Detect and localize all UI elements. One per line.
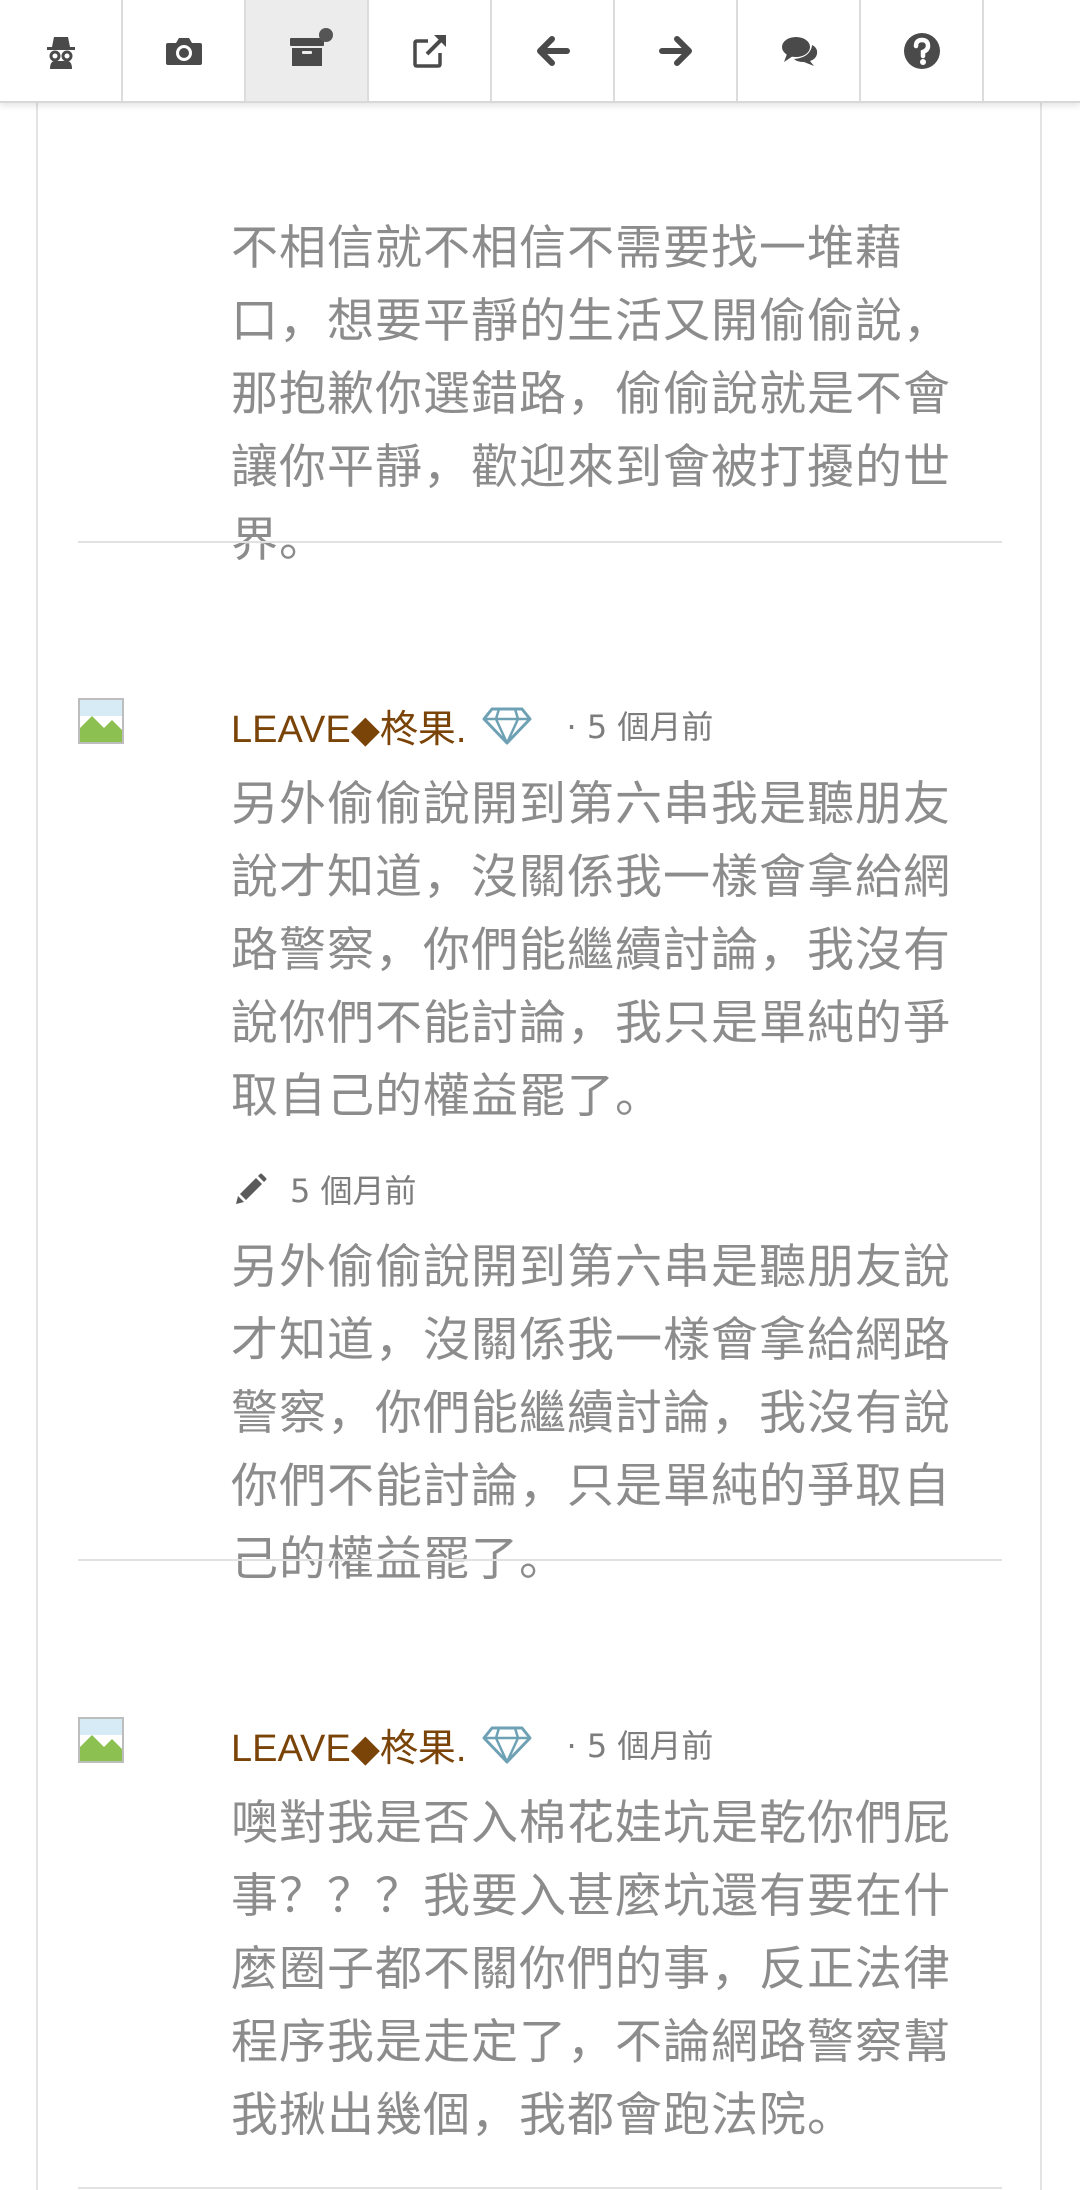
comment-meta: LEAVE◆柊果. · 5 個月前 <box>231 698 713 752</box>
incognito-icon <box>46 36 75 69</box>
page: 不相信就不相信不需要找一堆藉口，想要平靜的生活又開偷偷說，那抱歉你選錯路，偷偷說… <box>0 0 1080 2190</box>
comment-text: 不相信就不相信不需要找一堆藉口，想要平靜的生活又開偷偷說，那抱歉你選錯路，偷偷說… <box>231 221 951 568</box>
comment-meta: LEAVE◆柊果. · 5 個月前 <box>231 1717 713 1771</box>
archive-button[interactable] <box>246 0 369 101</box>
diamond-icon <box>482 1726 532 1764</box>
comments-button[interactable] <box>738 0 861 101</box>
comment-time: · 5 個月前 <box>566 1727 714 1765</box>
camera-icon <box>165 37 202 65</box>
comments-card: 不相信就不相信不需要找一堆藉口，想要平靜的生活又開偷偷說，那抱歉你選錯路，偷偷說… <box>36 101 1042 2190</box>
edit-history-header: 5 個月前 <box>234 1166 417 1212</box>
top-toolbar <box>0 0 1080 103</box>
edit-time: 5 個月前 <box>290 1172 417 1210</box>
arrow-left-icon <box>536 35 570 66</box>
comment-text: 另外偷偷說開到第六串我是聽朋友說才知道，沒關係我一樣會拿給網路警察，你們能繼續討… <box>231 777 951 1124</box>
comment-divider <box>78 1559 1002 1561</box>
notification-dot <box>319 28 333 42</box>
username-link[interactable]: LEAVE◆柊果. <box>231 1717 466 1772</box>
diamond-icon <box>482 707 532 745</box>
avatar-broken-image-icon <box>78 698 124 744</box>
external-link-icon <box>412 34 446 68</box>
comments-icon <box>781 36 817 66</box>
edit-previous-text: 另外偷偷說開到第六串是聽朋友說才知道，沒關係我一樣會拿給網路警察，你們能繼續討論… <box>231 1240 951 1587</box>
comment-text: 噢對我是否入棉花娃坑是乾你們屁事？？？我要入甚麼坑還有要在什麼圈子都不關你們的事… <box>231 1796 951 2143</box>
forward-button[interactable] <box>615 0 738 101</box>
incognito-button[interactable] <box>0 0 123 101</box>
comment-divider <box>78 2187 1002 2189</box>
arrow-right-icon <box>658 35 692 66</box>
comment-divider <box>78 541 1002 543</box>
comment-time: · 5 個月前 <box>566 708 714 746</box>
pencil-icon <box>236 1173 267 1204</box>
avatar-broken-image-icon <box>78 1717 124 1763</box>
help-button[interactable] <box>861 0 984 101</box>
camera-button[interactable] <box>123 0 246 101</box>
username-link[interactable]: LEAVE◆柊果. <box>231 698 466 753</box>
back-button[interactable] <box>492 0 615 101</box>
external-link-button[interactable] <box>369 0 492 101</box>
help-icon <box>903 32 940 69</box>
